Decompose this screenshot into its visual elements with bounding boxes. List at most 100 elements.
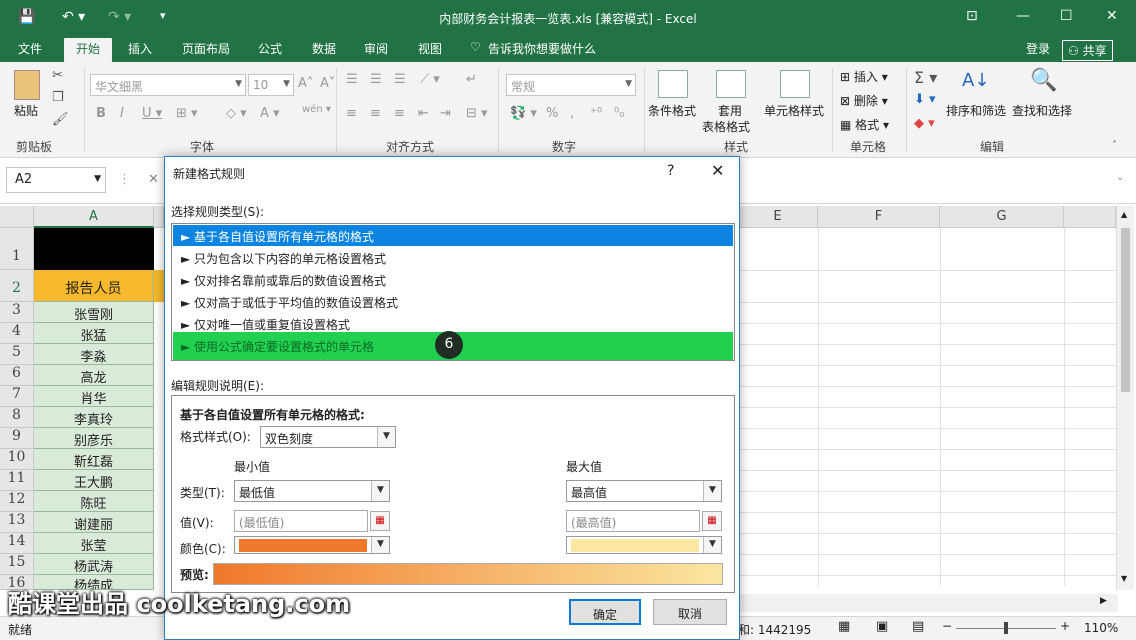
table-row[interactable]: 张猛 [34, 323, 154, 344]
align-bottom-icon[interactable]: ☰ [394, 72, 406, 87]
table-row[interactable]: 李淼 [34, 344, 154, 365]
table-row[interactable]: 别彦乐 [34, 428, 154, 449]
tab-formulas[interactable]: 公式 [258, 40, 282, 57]
row-header-7[interactable]: 7 [0, 386, 34, 407]
autosum-icon[interactable]: Σ ▾ [914, 68, 937, 87]
zoom-out-icon[interactable]: − [942, 619, 952, 633]
align-center-icon[interactable]: ≡ [370, 106, 381, 121]
row-header-4[interactable]: 4 [0, 323, 34, 344]
page-layout-view-icon[interactable]: ▣ [876, 619, 888, 634]
cancel-formula-icon[interactable]: ✕ [148, 172, 159, 187]
table-row[interactable]: 李真玲 [34, 407, 154, 428]
align-middle-icon[interactable]: ☰ [370, 72, 382, 87]
increase-indent-icon[interactable]: ⇥ [440, 106, 451, 121]
table-row[interactable]: 张雪刚 [34, 302, 154, 323]
decrease-indent-icon[interactable]: ⇤ [418, 106, 429, 121]
table-row[interactable]: 杨武涛 [34, 554, 154, 575]
cell-styles-button[interactable]: 单元格样式 [764, 102, 824, 119]
scroll-down-icon[interactable]: ▼ [1121, 574, 1127, 583]
row-header-1[interactable]: 1 [0, 228, 34, 270]
ok-button[interactable]: 确定 [569, 599, 641, 625]
font-name-combo[interactable]: 华文细黑 ▼ [90, 74, 246, 96]
collapse-ribbon-icon[interactable]: ˄ [1112, 140, 1117, 151]
tab-insert[interactable]: 插入 [128, 40, 152, 57]
expand-formula-icon[interactable]: ⌄ [1116, 172, 1124, 183]
fill-icon[interactable]: ⬇ ▾ [914, 92, 936, 107]
cut-icon[interactable]: ✂ [52, 68, 63, 83]
phonetic-icon[interactable]: wén ▾ [302, 104, 331, 115]
max-type-select[interactable]: 最高值 ▼ [566, 480, 722, 502]
min-color-select[interactable]: ▼ [234, 536, 390, 554]
title-cell[interactable] [34, 228, 154, 270]
name-box[interactable]: A2 ▼ [6, 167, 106, 193]
min-type-select[interactable]: 最低值 ▼ [234, 480, 390, 502]
underline-icon[interactable]: U ▾ [142, 106, 162, 121]
tab-home[interactable]: 开始 [64, 38, 113, 62]
maximize-icon[interactable]: ☐ [1060, 8, 1073, 24]
ribbon-display-icon[interactable]: ⊡ [966, 8, 978, 24]
rule-type-item[interactable]: ► 仅对高于或低于平均值的数值设置格式 [173, 291, 733, 312]
row-header-8[interactable]: 8 [0, 407, 34, 428]
close-icon[interactable]: ✕ [1106, 8, 1118, 24]
font-size-combo[interactable]: 10 ▼ [248, 74, 294, 96]
bold-icon[interactable]: B [96, 106, 106, 121]
help-button[interactable]: ? [667, 163, 674, 179]
comma-icon[interactable]: , [570, 106, 574, 121]
row-header-5[interactable]: 5 [0, 344, 34, 365]
rule-type-item[interactable]: ► 仅对排名靠前或靠后的数值设置格式 [173, 269, 733, 290]
scroll-right-icon[interactable]: ▶ [1100, 596, 1107, 606]
cancel-button[interactable]: 取消 [653, 599, 727, 625]
select-all-corner[interactable] [0, 206, 34, 228]
login-link[interactable]: 登录 [1026, 40, 1050, 57]
col-header-f[interactable]: F [818, 206, 940, 228]
currency-icon[interactable]: 💱 ▾ [510, 106, 537, 121]
conditional-format-button[interactable]: 条件格式 [648, 102, 696, 119]
min-value-input[interactable]: (最低值) [234, 510, 368, 532]
insert-cells-button[interactable]: ⊞ 插入 ▾ [840, 68, 888, 85]
row-header-14[interactable]: 14 [0, 533, 34, 554]
col-header-a[interactable]: A [34, 206, 154, 228]
increase-decimal-icon[interactable]: ⁺⁰ [590, 106, 602, 121]
paste-button[interactable]: 粘贴 [14, 102, 38, 119]
table-row[interactable]: 谢建丽 [34, 512, 154, 533]
col-header-e[interactable]: E [738, 206, 818, 228]
header-cell-b[interactable] [154, 270, 164, 302]
row-header-6[interactable]: 6 [0, 365, 34, 386]
tab-page-layout[interactable]: 页面布局 [182, 40, 230, 57]
number-format-combo[interactable]: 常规 ▼ [506, 74, 636, 96]
format-style-select[interactable]: 双色刻度 ▼ [260, 426, 396, 448]
min-range-picker-icon[interactable]: ▦ [370, 511, 390, 531]
merge-center-icon[interactable]: ⊟ ▾ [466, 106, 488, 121]
copy-icon[interactable]: ❐ [52, 90, 64, 105]
col-header-g[interactable]: G [940, 206, 1064, 228]
vertical-scroll-thumb[interactable] [1121, 228, 1130, 392]
max-color-select[interactable]: ▼ [566, 536, 722, 554]
find-select-button[interactable]: 查找和选择 [1012, 102, 1072, 119]
grow-font-icon[interactable]: A˄ [298, 76, 313, 91]
percent-icon[interactable]: % [546, 106, 558, 121]
table-row[interactable]: 高龙 [34, 365, 154, 386]
shrink-font-icon[interactable]: A˅ [320, 76, 335, 91]
row-header-3[interactable]: 3 [0, 302, 34, 323]
table-row[interactable]: 张莹 [34, 533, 154, 554]
tab-file[interactable]: 文件 [18, 40, 42, 57]
wrap-text-icon[interactable]: ↵ [466, 72, 477, 87]
align-right-icon[interactable]: ≡ [394, 106, 405, 121]
header-cell[interactable]: 报告人员 [34, 270, 154, 302]
col-header-h[interactable] [1064, 206, 1116, 228]
format-painter-icon[interactable]: 🖌 [52, 112, 69, 127]
align-left-icon[interactable]: ≡ [346, 106, 357, 121]
normal-view-icon[interactable]: ▦ [838, 619, 850, 634]
table-row[interactable]: 肖华 [34, 386, 154, 407]
font-color-icon[interactable]: A ▾ [260, 106, 280, 121]
tell-me-search[interactable]: 告诉我你想要做什么 [488, 40, 596, 57]
decrease-decimal-icon[interactable]: ⁰₀ [614, 106, 624, 121]
table-row[interactable]: 靳红磊 [34, 449, 154, 470]
table-format-button-1[interactable]: 套用 [718, 102, 742, 119]
row-header-12[interactable]: 12 [0, 491, 34, 512]
sort-filter-button[interactable]: 排序和筛选 [946, 102, 1006, 119]
row-header-15[interactable]: 15 [0, 554, 34, 575]
tab-review[interactable]: 审阅 [364, 40, 388, 57]
share-button[interactable]: ⚇ 共享 [1062, 40, 1113, 61]
horizontal-scrollbar[interactable]: ▶ [738, 594, 1118, 612]
